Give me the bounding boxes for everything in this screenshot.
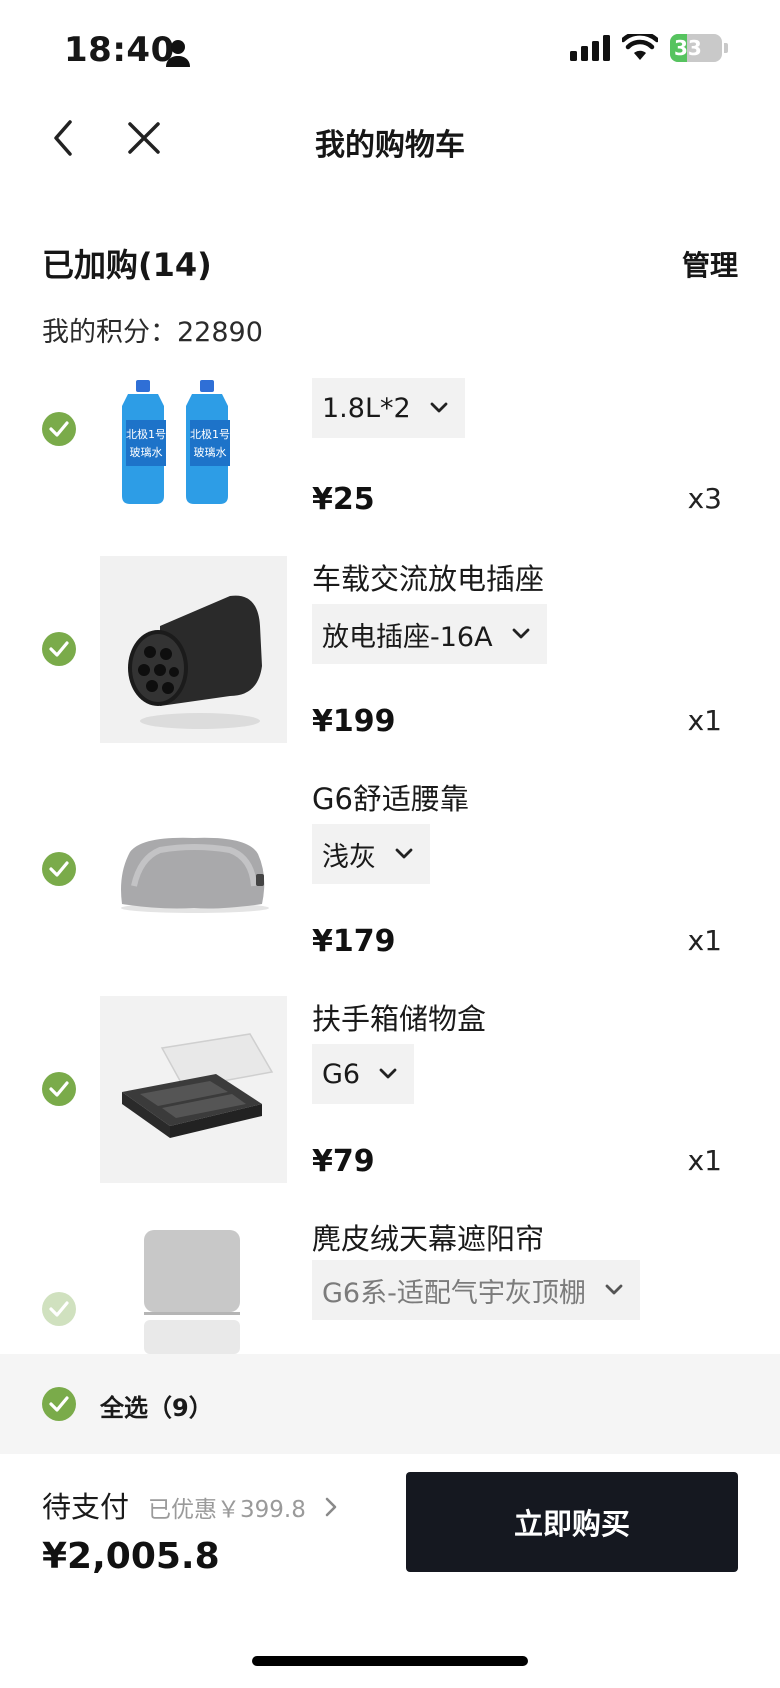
nav-bar: 我的购物车: [0, 100, 780, 180]
bottle-label-line2: 玻璃水: [130, 445, 163, 459]
select-all-label[interactable]: 全选（9）: [100, 1388, 213, 1423]
lumbar-pillow-image: [121, 837, 269, 913]
item-price: ¥25: [312, 482, 375, 517]
manage-button[interactable]: 管理: [682, 244, 738, 284]
item-quantity[interactable]: x1: [688, 1144, 722, 1177]
cart-item: 麂皮绒天幕遮阳帘 G6系-适配气宇灰顶棚: [0, 1216, 780, 1354]
item-checkbox[interactable]: [42, 1292, 76, 1326]
checkmark-icon: [49, 641, 69, 657]
washer-fluid-bottles-image: 北极1号 玻璃水 北极1号 玻璃水: [122, 380, 230, 504]
product-image[interactable]: [100, 556, 287, 743]
item-checkbox[interactable]: [42, 1072, 76, 1106]
sunshade-image: [144, 1230, 240, 1354]
checkmark-icon: [49, 861, 69, 877]
spec-value: 放电插座-16A: [322, 621, 493, 653]
checkout-footer: 待支付 已优惠￥399.8 ¥2,005.8 立即购买: [0, 1454, 780, 1688]
product-image[interactable]: [100, 996, 287, 1183]
spec-value: G6: [322, 1058, 361, 1090]
item-checkbox[interactable]: [42, 852, 76, 886]
cart-item: G6舒适腰靠 浅灰 ¥179 x1: [0, 776, 780, 996]
storage-box-image: [122, 1033, 274, 1138]
product-image[interactable]: 北极1号 玻璃水 北极1号 玻璃水: [100, 372, 287, 559]
discharge-socket-image: [128, 595, 262, 729]
bottle-label-line1: 北极1号: [190, 427, 230, 441]
spec-selector[interactable]: 浅灰: [312, 824, 430, 884]
item-name[interactable]: G6舒适腰靠: [312, 776, 469, 818]
spec-value: 1.8L*2: [322, 392, 411, 424]
spec-value: 浅灰: [322, 841, 376, 873]
spec-value: G6系-适配气宇灰顶棚: [322, 1277, 586, 1309]
item-price: ¥179: [312, 924, 396, 959]
chevron-down-icon: [512, 628, 529, 639]
checkmark-icon: [49, 1396, 69, 1412]
page-title: 我的购物车: [315, 128, 465, 163]
bottle-label-line2: 玻璃水: [194, 445, 227, 459]
item-price: ¥199: [312, 704, 396, 739]
checkmark-icon: [49, 1301, 69, 1317]
item-name[interactable]: 车载交流放电插座: [312, 556, 544, 598]
points-label: 我的积分：: [42, 317, 177, 348]
product-image[interactable]: [100, 1216, 287, 1354]
select-all-checkbox[interactable]: [42, 1387, 76, 1421]
person-icon: [166, 40, 190, 67]
item-price: ¥79: [312, 1144, 375, 1179]
item-quantity[interactable]: x1: [688, 924, 722, 957]
checkmark-icon: [49, 1081, 69, 1097]
spec-selector[interactable]: 1.8L*2: [312, 378, 465, 438]
battery-level-text: 33: [674, 36, 702, 60]
item-checkbox[interactable]: [42, 412, 76, 446]
chevron-down-icon: [379, 1068, 397, 1079]
chevron-down-icon: [430, 402, 448, 413]
item-name[interactable]: 麂皮绒天幕遮阳帘: [312, 1216, 544, 1258]
home-indicator: [252, 1656, 528, 1666]
checkmark-icon: [49, 421, 69, 437]
item-quantity[interactable]: x3: [688, 482, 722, 515]
battery-icon: 33: [670, 34, 722, 62]
pay-label: 待支付: [42, 1490, 130, 1524]
chevron-right-icon: [325, 1497, 337, 1517]
chevron-down-icon: [395, 848, 413, 859]
discount-text: 已优惠￥399.8: [148, 1497, 306, 1523]
buy-now-button[interactable]: 立即购买: [406, 1472, 738, 1572]
spec-selector[interactable]: G6: [312, 1044, 415, 1104]
item-name[interactable]: 扶手箱储物盒: [312, 996, 486, 1038]
discount-detail-link[interactable]: 已优惠￥399.8: [148, 1490, 338, 1524]
status-time: 18:40: [64, 30, 175, 70]
spec-selector[interactable]: G6系-适配气宇灰顶棚: [312, 1260, 640, 1320]
total-amount: ¥2,005.8: [42, 1536, 220, 1577]
cart-item: 扶手箱储物盒 G6 ¥79 x1: [0, 996, 780, 1216]
select-all-bar: 全选（9）: [0, 1354, 780, 1454]
item-checkbox[interactable]: [42, 632, 76, 666]
points-value: 22890: [177, 317, 263, 348]
cart-count-heading: 已加购(14): [42, 246, 212, 284]
item-quantity[interactable]: x1: [688, 704, 722, 737]
wifi-icon: [622, 34, 658, 60]
status-bar: 18:40 33: [0, 0, 780, 100]
chevron-down-icon: [605, 1284, 623, 1295]
product-image[interactable]: [100, 776, 287, 963]
bottle-label-line1: 北极1号: [126, 427, 166, 441]
spec-selector[interactable]: 放电插座-16A: [312, 604, 547, 664]
cellular-signal-icon: [570, 35, 610, 61]
points-summary: 我的积分：22890: [42, 310, 263, 349]
cart-item: 车载交流放电插座 放电插座-16A ¥199 x1: [0, 556, 780, 776]
